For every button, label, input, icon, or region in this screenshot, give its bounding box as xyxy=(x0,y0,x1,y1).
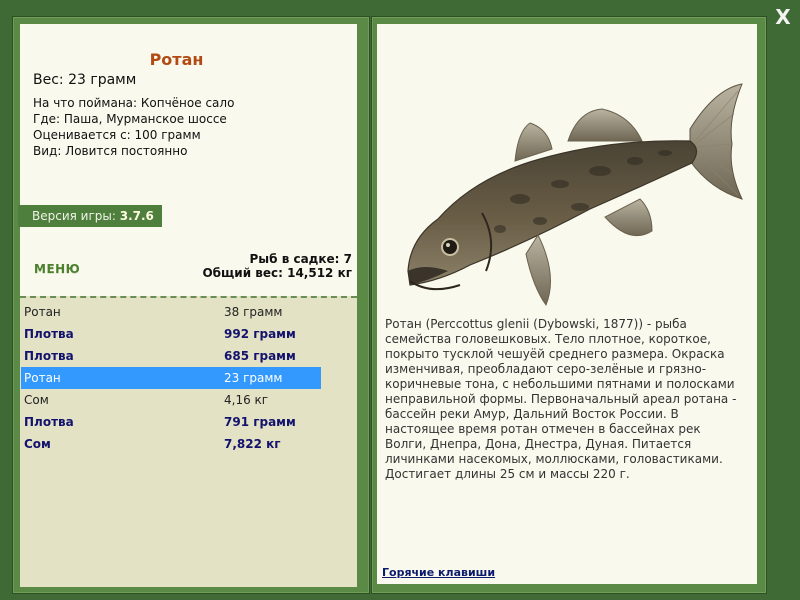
catch-weight: 685 грамм xyxy=(224,349,296,363)
version-badge: Версия игры: 3.7.6 xyxy=(18,205,162,227)
rotan-fish-icon xyxy=(407,83,743,307)
catch-weight: 7,822 кг xyxy=(224,437,281,451)
fish-description: Ротан (Perccottus glenii (Dybowski, 1877… xyxy=(385,317,737,481)
fish-description-card: Ротан (Perccottus glenii (Dybowski, 1877… xyxy=(377,24,757,584)
cage-stats: Рыб в садке: 7 Общий вес: 14,512 кг xyxy=(180,252,352,280)
catch-row[interactable]: Сом 7,822 кг xyxy=(21,433,321,455)
version-label: Версия игры: xyxy=(32,209,116,223)
fish-weight: Вес: 23 грамм xyxy=(33,72,137,88)
catch-row[interactable]: Плотва 992 грамм xyxy=(21,323,321,345)
catch-name: Сом xyxy=(24,437,51,451)
catch-row[interactable]: Плотва 791 грамм xyxy=(21,411,321,433)
species-line: Вид: Ловится постоянно xyxy=(33,144,188,158)
catch-row[interactable]: Сом 4,16 кг xyxy=(21,389,321,411)
cage-total-weight: Общий вес: 14,512 кг xyxy=(202,266,352,280)
menu-button[interactable]: МЕНЮ xyxy=(34,262,80,276)
catch-name: Плотва xyxy=(24,415,74,429)
catch-name: Ротан xyxy=(24,305,61,319)
cage-count: Рыб в садке: 7 xyxy=(249,252,353,266)
catch-row[interactable]: Ротан 38 грамм xyxy=(21,301,321,323)
close-button[interactable]: X xyxy=(774,7,792,27)
catch-name: Сом xyxy=(24,393,49,407)
catch-weight: 38 грамм xyxy=(224,305,283,319)
fish-title: Ротан xyxy=(149,50,204,69)
location-line: Где: Паша, Мурманское шоссе xyxy=(33,112,227,126)
catch-row[interactable]: Плотва 685 грамм xyxy=(21,345,321,367)
catch-name: Ротан xyxy=(24,371,61,385)
hotkeys-link[interactable]: Горячие клавиши xyxy=(382,566,495,579)
version-value: 3.7.6 xyxy=(119,209,154,223)
catch-weight: 23 грамм xyxy=(224,371,283,385)
catch-weight: 992 грамм xyxy=(224,327,296,341)
valuation-line: Оценивается с: 100 грамм xyxy=(33,128,201,142)
catch-list[interactable]: Ротан 38 грамм Плотва 992 грамм Плотва 685 гр… xyxy=(20,296,357,587)
catch-name: Плотва xyxy=(24,349,74,363)
bait-line: На что поймана: Копчёное сало xyxy=(33,96,235,110)
catch-weight: 791 грамм xyxy=(224,415,296,429)
catch-row[interactable]: Ротан 23 грамм xyxy=(21,367,321,389)
catch-weight: 4,16 кг xyxy=(224,393,269,407)
catch-name: Плотва xyxy=(24,327,74,341)
